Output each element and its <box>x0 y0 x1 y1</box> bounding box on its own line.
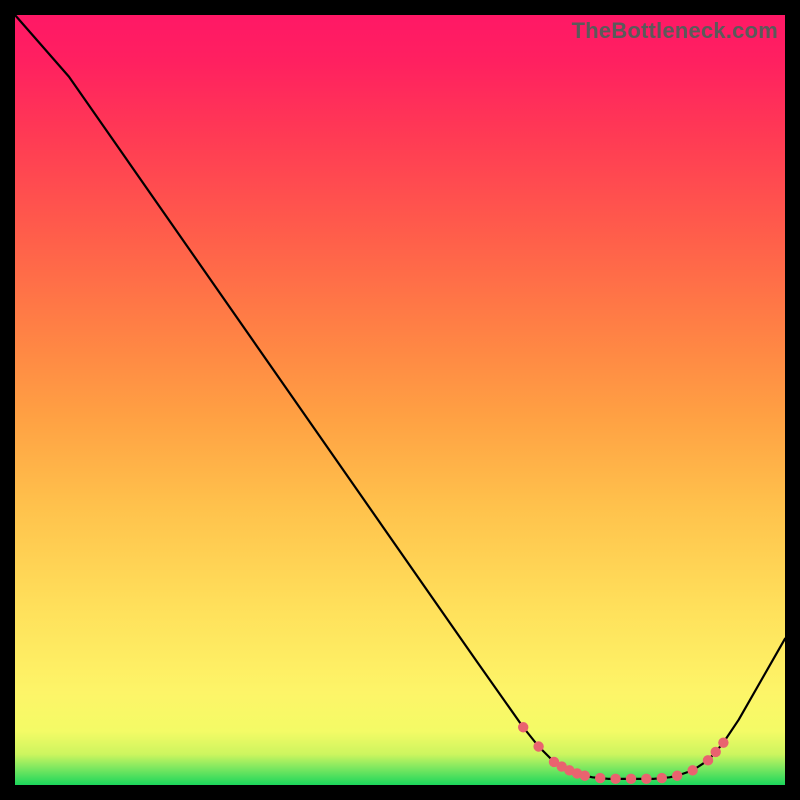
data-marker <box>626 774 636 784</box>
data-marker <box>657 773 667 783</box>
data-marker <box>711 747 721 757</box>
data-marker <box>518 722 528 732</box>
chart-frame: TheBottleneck.com <box>0 0 800 800</box>
data-marker <box>672 771 682 781</box>
marker-group <box>518 722 729 784</box>
data-marker <box>687 765 697 775</box>
data-marker <box>610 774 620 784</box>
data-marker <box>641 774 651 784</box>
chart-svg <box>15 15 785 785</box>
data-marker <box>703 755 713 765</box>
data-marker <box>533 741 543 751</box>
data-marker <box>595 773 605 783</box>
data-marker <box>580 771 590 781</box>
data-marker <box>718 737 728 747</box>
bottleneck-curve <box>15 15 785 779</box>
